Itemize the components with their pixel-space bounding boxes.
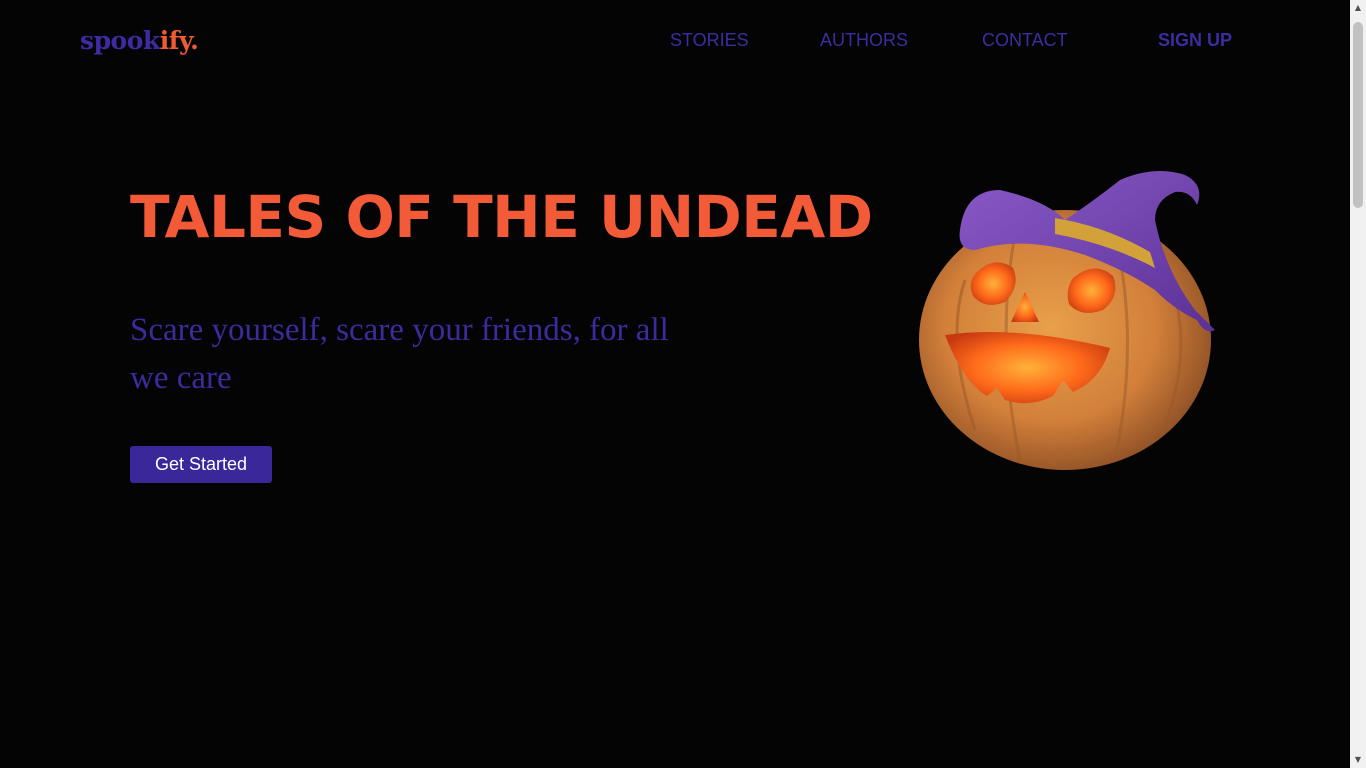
get-started-button[interactable]: Get Started [130,446,272,483]
scroll-thumb[interactable] [1353,22,1363,208]
nav-link-authors[interactable]: AUTHORS [820,30,908,50]
scroll-down-arrow-icon[interactable]: ▼ [1350,752,1366,768]
vertical-scrollbar[interactable]: ▲ ▼ [1350,0,1366,768]
nav-link-sign-up[interactable]: SIGN UP [1158,30,1232,50]
logo-text-part1: spook [80,26,160,55]
pumpkin-witch-hat-illustration [919,171,1215,470]
landing-page: spookify. STORIES AUTHORS CONTACT SIGN U… [0,0,1350,768]
logo[interactable]: spookify. [80,24,199,58]
scroll-up-arrow-icon[interactable]: ▲ [1350,0,1366,16]
nav-link-stories[interactable]: STORIES [670,30,749,50]
hero-title: TALES OF THE UNDEAD [130,183,873,251]
hero-subtitle: Scare yourself, scare your friends, for … [130,312,669,396]
logo-text-part2: ify. [159,26,199,55]
nav-link-contact[interactable]: CONTACT [982,30,1068,50]
